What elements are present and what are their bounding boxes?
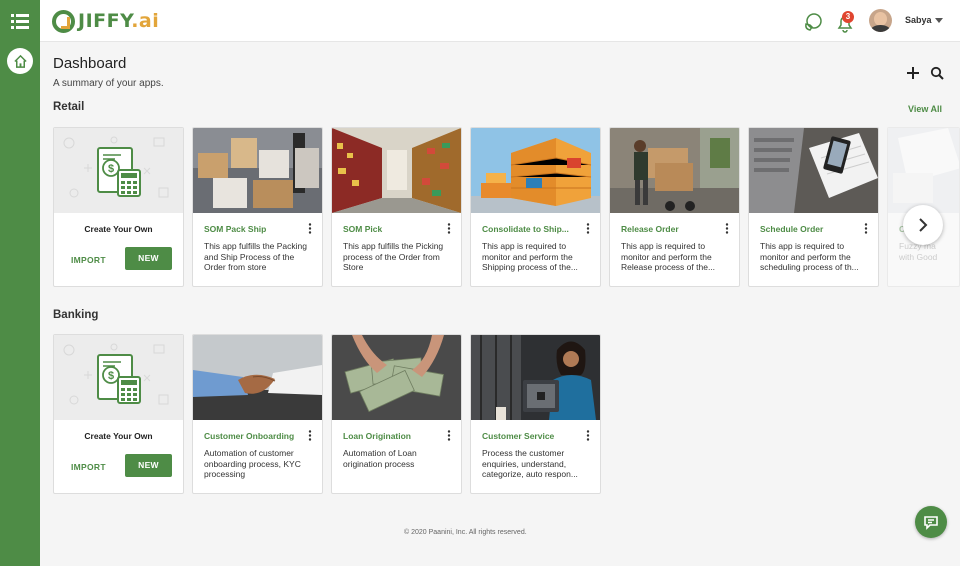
app-name[interactable]: Customer Onboarding xyxy=(204,431,302,441)
logo-mark-icon xyxy=(52,9,75,33)
app-card-consolidate-to-ship[interactable]: Consolidate to Ship... This app is requi… xyxy=(470,127,601,287)
app-card-loan-origination[interactable]: Loan Origination Automation of Loan orig… xyxy=(331,334,462,494)
app-thumbnail xyxy=(193,335,322,420)
search-icon[interactable] xyxy=(930,66,944,80)
kebab-icon[interactable] xyxy=(307,223,313,234)
app-name[interactable]: Release Order xyxy=(621,224,719,234)
notification-badge: 3 xyxy=(842,11,854,23)
brand-suffix: .ai xyxy=(131,10,160,32)
chevron-right-icon xyxy=(919,218,928,232)
app-name[interactable]: SOM Pick xyxy=(343,224,441,234)
section-title-banking: Banking xyxy=(53,309,99,321)
app-card-release-order[interactable]: Release Order This app is required to mo… xyxy=(609,127,740,287)
chevron-down-icon[interactable] xyxy=(935,18,943,23)
import-button[interactable]: IMPORT xyxy=(71,255,106,265)
app-description: This app is required to monitor and perf… xyxy=(621,241,716,273)
menu-icon[interactable] xyxy=(11,13,29,29)
left-rail xyxy=(0,0,40,566)
user-name[interactable]: Sabya xyxy=(905,15,932,25)
app-card-customer-service[interactable]: Customer Service Process the customer en… xyxy=(470,334,601,494)
kebab-icon[interactable] xyxy=(585,223,591,234)
new-button[interactable]: NEW xyxy=(125,247,172,270)
view-all-link[interactable]: View All xyxy=(908,104,942,114)
create-your-own-label: Create Your Own xyxy=(84,224,153,234)
svg-text:$: $ xyxy=(108,163,114,175)
app-name[interactable]: Loan Origination xyxy=(343,431,441,441)
svg-text:$: $ xyxy=(108,370,114,382)
app-thumbnail xyxy=(471,128,600,213)
brand-name: JIFFY xyxy=(78,10,132,32)
kebab-icon[interactable] xyxy=(863,223,869,234)
page-title: Dashboard xyxy=(53,55,127,72)
app-thumbnail xyxy=(332,128,461,213)
app-description: This app is required to monitor and perf… xyxy=(760,241,859,273)
app-name[interactable]: Consolidate to Ship... xyxy=(482,224,580,234)
app-card-schedule-order[interactable]: Schedule Order This app is required to m… xyxy=(748,127,879,287)
section-title-retail: Retail xyxy=(53,101,85,113)
app-card-som-pack-ship[interactable]: SOM Pack Ship This app fulfills the Pack… xyxy=(192,127,323,287)
home-icon xyxy=(13,54,27,68)
import-button[interactable]: IMPORT xyxy=(71,462,106,472)
app-thumbnail xyxy=(888,128,959,213)
app-description: Process the customer enquiries, understa… xyxy=(482,448,578,480)
app-thumbnail xyxy=(471,335,600,420)
app-thumbnail xyxy=(332,335,461,420)
new-button[interactable]: NEW xyxy=(125,454,172,477)
app-card-som-pick[interactable]: SOM Pick This app fulfills the Picking p… xyxy=(331,127,462,287)
jiffy-logo[interactable]: JIFFY.ai xyxy=(52,9,159,33)
app-description: This app fulfills the Packing and Ship P… xyxy=(204,241,307,273)
footer-copyright: © 2020 Paanini, Inc. All rights reserved… xyxy=(404,529,527,536)
calculator-document-icon: $ xyxy=(63,343,169,405)
app-card-customer-onboarding[interactable]: Customer Onboarding Automation of custom… xyxy=(192,334,323,494)
kebab-icon[interactable] xyxy=(585,430,591,441)
app-description: Automation of Loan origination process xyxy=(343,448,417,469)
app-name[interactable]: Customer Service xyxy=(482,431,580,441)
app-name[interactable]: SOM Pack Ship xyxy=(204,224,302,234)
create-card-illustration: $ xyxy=(54,335,183,420)
create-app-card: $ Create Your Own IMPORT NEW xyxy=(53,334,184,494)
calculator-document-icon: $ xyxy=(63,136,169,198)
kebab-icon[interactable] xyxy=(446,430,452,441)
app-thumbnail xyxy=(749,128,878,213)
app-thumbnail xyxy=(193,128,322,213)
carousel-next-button[interactable] xyxy=(903,205,943,245)
create-your-own-label: Create Your Own xyxy=(84,431,153,441)
avatar[interactable] xyxy=(869,9,892,32)
page-subtitle: A summary of your apps. xyxy=(53,78,164,89)
app-description: This app fulfills the Picking process of… xyxy=(343,241,444,273)
app-name[interactable]: Schedule Order xyxy=(760,224,858,234)
chat-icon xyxy=(924,516,938,530)
app-thumbnail xyxy=(610,128,739,213)
app-description: Automation of customer onboarding proces… xyxy=(204,448,301,480)
plus-icon[interactable] xyxy=(905,65,921,81)
create-card-illustration: $ xyxy=(54,128,183,213)
chat-button[interactable] xyxy=(915,506,947,538)
kebab-icon[interactable] xyxy=(446,223,452,234)
kebab-icon[interactable] xyxy=(307,430,313,441)
home-button[interactable] xyxy=(7,48,33,74)
app-description: This app is required to monitor and perf… xyxy=(482,241,578,273)
kebab-icon[interactable] xyxy=(724,223,730,234)
create-app-card: $ Create Your Own IMPORT NEW xyxy=(53,127,184,287)
support-phone-icon[interactable] xyxy=(803,12,823,32)
